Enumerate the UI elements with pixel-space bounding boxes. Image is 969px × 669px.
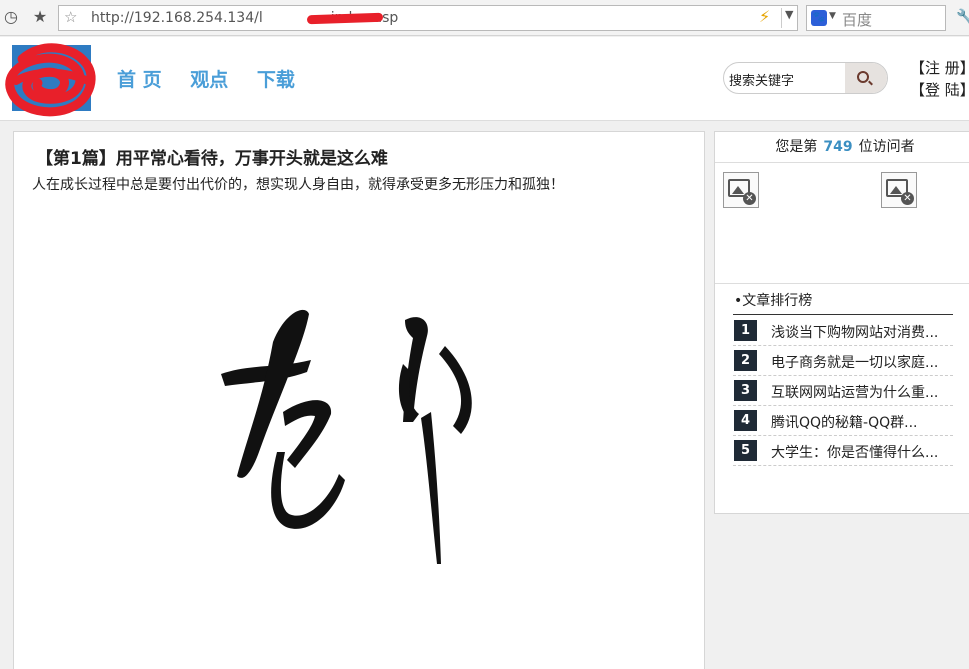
ranking-item[interactable]: 4 腾讯QQ的秘籍-QQ群... xyxy=(733,406,953,436)
rank-title[interactable]: 电子商务就是一切以家庭... xyxy=(771,352,938,372)
visitor-count: 749 xyxy=(823,139,853,155)
rank-number: 4 xyxy=(734,410,757,431)
ranking-item[interactable]: 5 大学生：你是否懂得什么... xyxy=(733,436,953,466)
site-search: 搜索关键字 xyxy=(723,62,888,94)
baidu-paw-icon[interactable]: 🐾 xyxy=(811,10,827,26)
browser-toolbar: ◷ ★ ☆ http://192.168.254.134/lindex.asp … xyxy=(0,0,969,36)
rank-title[interactable]: 腾讯QQ的秘籍-QQ群... xyxy=(771,412,917,432)
bookmark-star-icon[interactable]: ★ xyxy=(30,7,50,27)
address-separator xyxy=(781,8,782,28)
visitor-suffix: 位访问者 xyxy=(858,139,915,155)
ranking-rule xyxy=(733,314,953,315)
ranking-list: 1 浅谈当下购物网站对消费... 2 电子商务就是一切以家庭... 3 互联网网站运营… xyxy=(733,316,953,466)
ranking-item[interactable]: 3 互联网网站运营为什么重... xyxy=(733,376,953,406)
rank-title[interactable]: 互联网网站运营为什么重... xyxy=(771,382,938,402)
search-icon xyxy=(857,71,869,83)
ranking-title: •文章排行榜 xyxy=(734,293,813,309)
site-logo[interactable] xyxy=(5,43,96,117)
address-bar[interactable]: ☆ http://192.168.254.134/lindex.asp ⚡ ▼ xyxy=(58,5,798,31)
browser-search-box[interactable]: 🐾 ▼ 百度 xyxy=(806,5,946,31)
favorite-star-icon[interactable]: ☆ xyxy=(64,8,77,26)
search-button[interactable] xyxy=(845,63,887,93)
tools-icon[interactable]: 🔧 xyxy=(956,8,969,26)
nav-home[interactable]: 首 页 xyxy=(117,69,162,91)
visitor-prefix: 您是第 xyxy=(775,139,818,155)
rank-title[interactable]: 大学生：你是否懂得什么... xyxy=(771,442,938,462)
auth-links: 【注 册】 【登 陆】 xyxy=(910,57,969,101)
rank-title[interactable]: 浅谈当下购物网站对消费... xyxy=(771,322,938,342)
ranking-item[interactable]: 2 电子商务就是一切以家庭... xyxy=(733,346,953,376)
article-summary: 人在成长过程中总是要付出代价的，想实现人身自由，就得承受更多无形压力和孤独！ xyxy=(32,177,564,193)
ranking-item[interactable]: 1 浅谈当下购物网站对消费... xyxy=(733,316,953,346)
lightning-icon[interactable]: ⚡ xyxy=(759,7,770,26)
article-title[interactable]: 【第1篇】用平常心看待，万事开头就是这么难 xyxy=(36,144,388,169)
broken-image-icon[interactable]: ✕ xyxy=(723,172,759,208)
nav-views[interactable]: 观点 xyxy=(190,69,228,91)
sidebar: 您是第 749 位访问者 ✕ ✕ •文章排行榜 1 浅谈当下购物网站对消费... 2电… xyxy=(714,131,969,514)
search-input[interactable]: 搜索关键字 xyxy=(729,70,794,89)
rank-number: 3 xyxy=(734,380,757,401)
article-panel: 【第1篇】用平常心看待，万事开头就是这么难 人在成长过程中总是要付出代价的，想实… xyxy=(13,131,705,669)
chevron-down-icon[interactable]: ▼ xyxy=(785,8,793,21)
logo-redaction-scribble xyxy=(5,43,96,117)
engine-dropdown-icon[interactable]: ▼ xyxy=(829,11,836,21)
main-nav: 首 页 观点 下载 xyxy=(117,65,317,92)
nav-download[interactable]: 下载 xyxy=(257,69,295,91)
calligraphy-image xyxy=(221,309,472,564)
visitor-counter: 您是第 749 位访问者 xyxy=(715,132,969,163)
rank-number: 5 xyxy=(734,440,757,461)
broken-image-icon[interactable]: ✕ xyxy=(881,172,917,208)
site-header: 首 页 观点 下载 搜索关键字 【注 册】 【登 陆】 xyxy=(0,37,969,121)
login-link[interactable]: 【登 陆】 xyxy=(910,79,969,101)
rank-number: 2 xyxy=(734,350,757,371)
register-link[interactable]: 【注 册】 xyxy=(910,57,969,79)
search-engine-label: 百度 xyxy=(842,11,873,29)
rank-number: 1 xyxy=(734,320,757,341)
history-icon[interactable]: ◷ xyxy=(1,7,21,27)
sidebar-divider xyxy=(715,283,969,284)
